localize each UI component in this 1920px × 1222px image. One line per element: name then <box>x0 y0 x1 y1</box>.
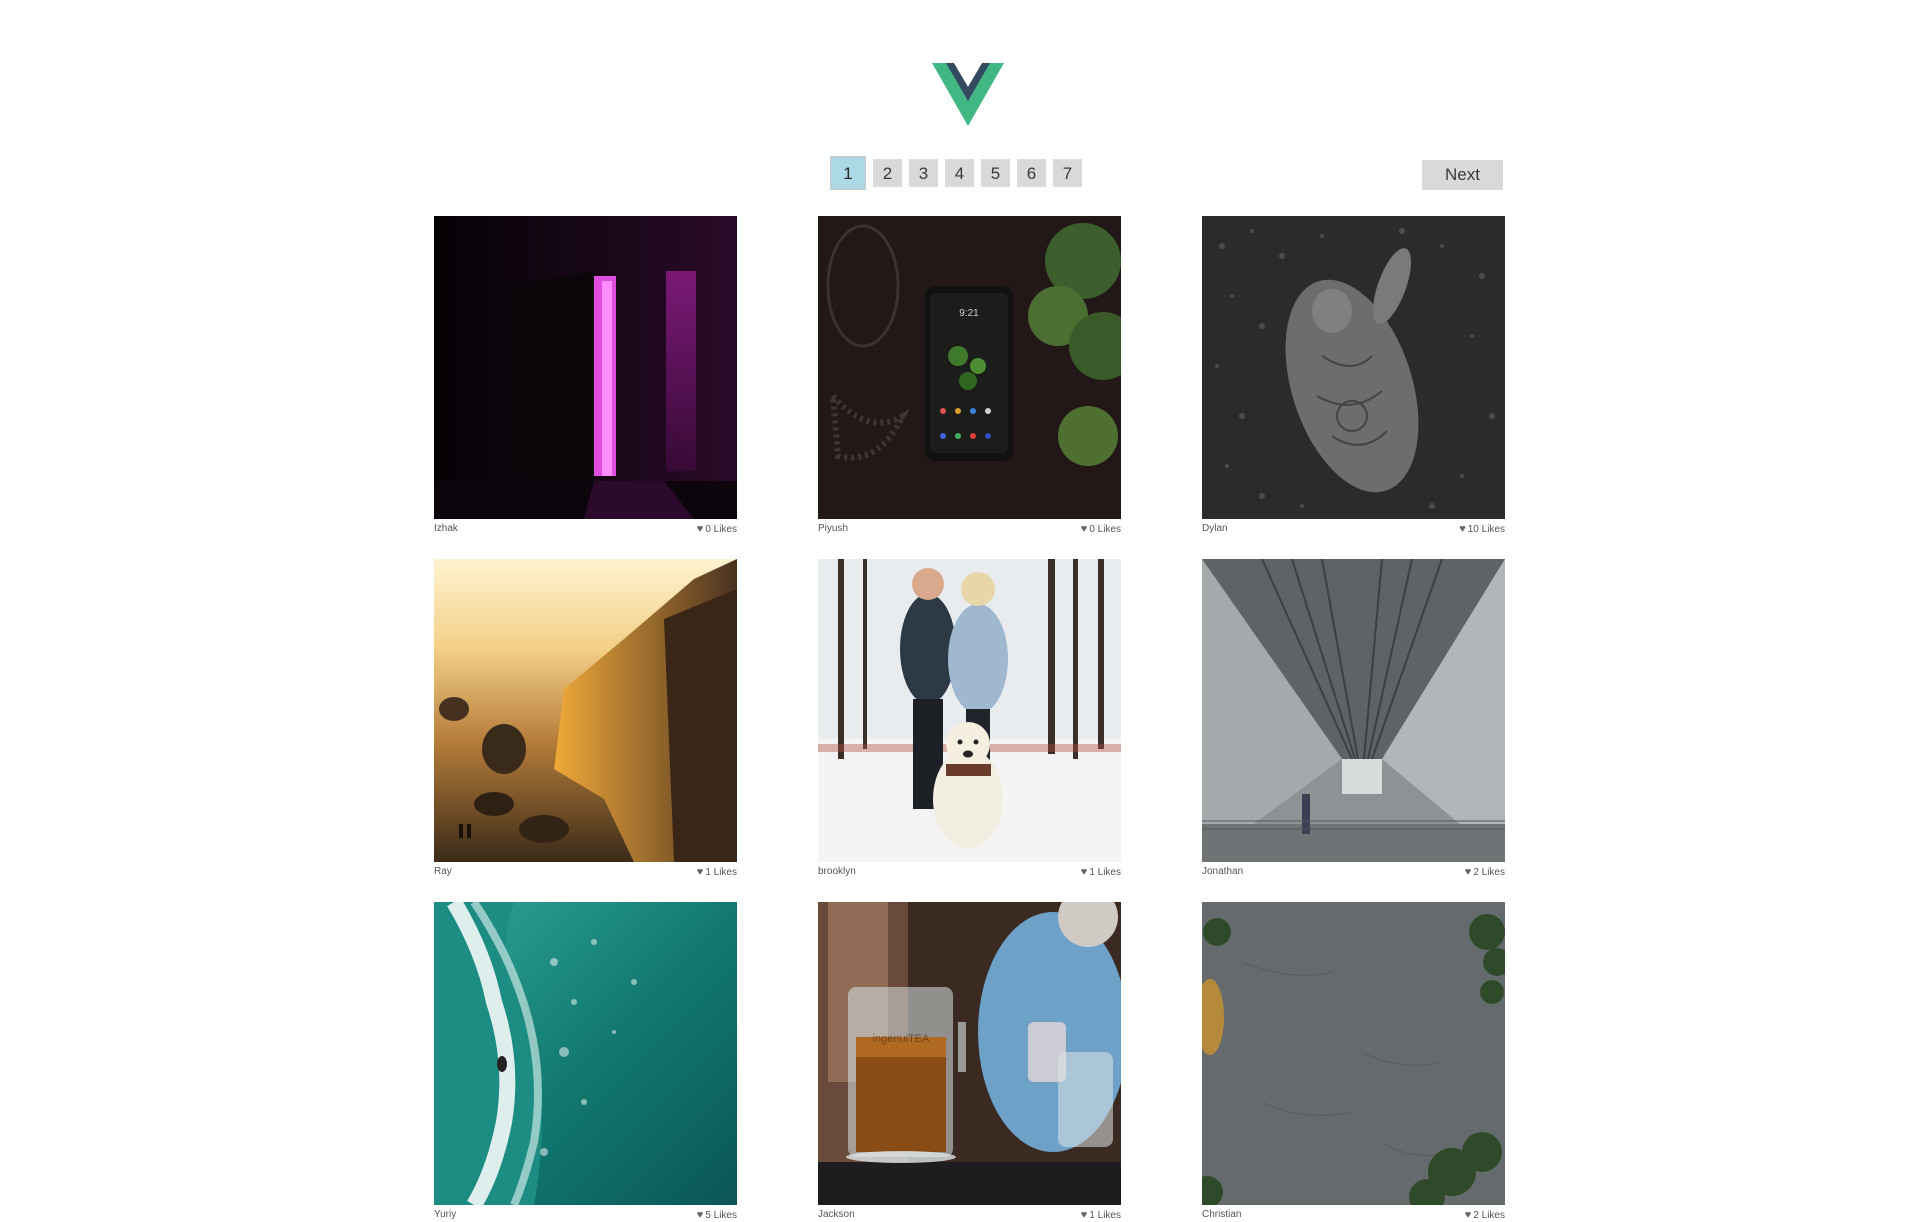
author-name: Piyush <box>818 522 849 534</box>
vue-logo-icon <box>932 63 1004 126</box>
photo-grid: Izhak ♥ 0 Likes 9:21 Piyush ♥ 0 Likes Dy… <box>434 216 1505 1221</box>
likes-count[interactable]: ♥ 1 Likes <box>1080 1208 1121 1221</box>
author-name: Jonathan <box>1202 865 1244 877</box>
likes-count[interactable]: ♥ 0 Likes <box>696 522 737 535</box>
page-button-1[interactable]: 1 <box>830 156 866 190</box>
photo-meta: Piyush ♥ 0 Likes <box>818 521 1121 535</box>
likes-label: 2 Likes <box>1473 1209 1505 1221</box>
likes-count[interactable]: ♥ 10 Likes <box>1459 522 1505 535</box>
photo-meta: Jonathan ♥ 2 Likes <box>1202 864 1505 878</box>
likes-label: 0 Likes <box>705 523 737 535</box>
likes-count[interactable]: ♥ 1 Likes <box>696 865 737 878</box>
photo-meta: Ray ♥ 1 Likes <box>434 864 737 878</box>
photo-meta: Yuriy ♥ 5 Likes <box>434 1207 737 1221</box>
author-name: Izhak <box>434 522 458 534</box>
next-button[interactable]: Next <box>1422 160 1503 190</box>
photo-meta: Dylan ♥ 10 Likes <box>1202 521 1505 535</box>
author-name: brooklyn <box>818 865 856 877</box>
photo-image[interactable] <box>434 559 737 862</box>
heart-icon: ♥ <box>1464 1208 1472 1221</box>
svg-text:ingenuiTEA: ingenuiTEA <box>873 1033 931 1045</box>
likes-label: 0 Likes <box>1089 523 1121 535</box>
heart-icon: ♥ <box>696 1208 704 1221</box>
photo-image[interactable] <box>434 216 737 519</box>
svg-text:9:21: 9:21 <box>959 308 979 319</box>
heart-icon: ♥ <box>1080 522 1088 535</box>
likes-label: 1 Likes <box>1089 866 1121 878</box>
photo-card: 9:21 Piyush ♥ 0 Likes <box>818 216 1121 535</box>
author-name: Ray <box>434 865 452 877</box>
author-name: Jackson <box>818 1208 855 1220</box>
heart-icon: ♥ <box>1080 1208 1088 1221</box>
likes-label: 1 Likes <box>705 866 737 878</box>
likes-count[interactable]: ♥ 1 Likes <box>1080 865 1121 878</box>
likes-label: 2 Likes <box>1473 866 1505 878</box>
photo-card: Dylan ♥ 10 Likes <box>1202 216 1505 535</box>
photo-image[interactable] <box>434 902 737 1205</box>
page-button-5[interactable]: 5 <box>981 159 1010 187</box>
likes-count[interactable]: ♥ 0 Likes <box>1080 522 1121 535</box>
photo-image[interactable] <box>1202 216 1505 519</box>
likes-label: 5 Likes <box>705 1209 737 1221</box>
likes-count[interactable]: ♥ 2 Likes <box>1464 1208 1505 1221</box>
photo-image[interactable] <box>1202 902 1505 1205</box>
heart-icon: ♥ <box>1464 865 1472 878</box>
page-button-6[interactable]: 6 <box>1017 159 1046 187</box>
page-button-3[interactable]: 3 <box>909 159 938 187</box>
photo-meta: Christian ♥ 2 Likes <box>1202 1207 1505 1221</box>
heart-icon: ♥ <box>1080 865 1088 878</box>
page-button-4[interactable]: 4 <box>945 159 974 187</box>
photo-meta: Jackson ♥ 1 Likes <box>818 1207 1121 1221</box>
photo-card: Izhak ♥ 0 Likes <box>434 216 737 535</box>
author-name: Christian <box>1202 1208 1242 1220</box>
photo-image[interactable]: ingenuiTEA <box>818 902 1121 1205</box>
heart-icon: ♥ <box>696 865 704 878</box>
pagination: 1 2 3 4 5 6 7 <box>830 156 1082 190</box>
photo-meta: Izhak ♥ 0 Likes <box>434 521 737 535</box>
photo-card: ingenuiTEA Jackson ♥ 1 Likes <box>818 902 1121 1221</box>
photo-image[interactable]: 9:21 <box>818 216 1121 519</box>
heart-icon: ♥ <box>696 522 704 535</box>
likes-count[interactable]: ♥ 5 Likes <box>696 1208 737 1221</box>
page-button-7[interactable]: 7 <box>1053 159 1082 187</box>
photo-card: Ray ♥ 1 Likes <box>434 559 737 878</box>
page-button-2[interactable]: 2 <box>873 159 902 187</box>
photo-image[interactable] <box>1202 559 1505 862</box>
photo-card: Christian ♥ 2 Likes <box>1202 902 1505 1221</box>
author-name: Yuriy <box>434 1208 457 1220</box>
photo-card: Jonathan ♥ 2 Likes <box>1202 559 1505 878</box>
photo-card: Yuriy ♥ 5 Likes <box>434 902 737 1221</box>
likes-count[interactable]: ♥ 2 Likes <box>1464 865 1505 878</box>
author-name: Dylan <box>1202 522 1228 534</box>
heart-icon: ♥ <box>1459 522 1466 535</box>
likes-label: 1 Likes <box>1089 1209 1121 1221</box>
photo-image[interactable] <box>818 559 1121 862</box>
photo-meta: brooklyn ♥ 1 Likes <box>818 864 1121 878</box>
likes-label: 10 Likes <box>1467 523 1505 535</box>
photo-card: brooklyn ♥ 1 Likes <box>818 559 1121 878</box>
